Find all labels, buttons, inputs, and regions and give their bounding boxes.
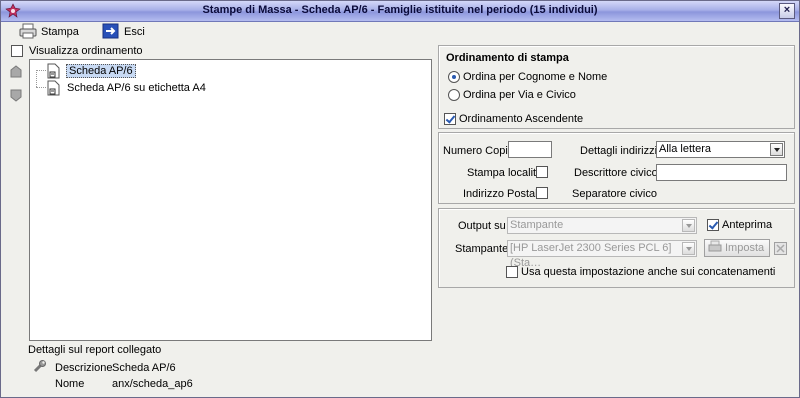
tree-line xyxy=(36,87,46,88)
printer-setup-label: Imposta xyxy=(725,242,765,254)
order-by-name-radio[interactable] xyxy=(448,71,460,83)
description-value: Scheda AP/6 xyxy=(112,362,176,374)
title-bar: Stampe di Massa - Scheda AP/6 - Famiglie… xyxy=(1,1,799,22)
output-select[interactable]: Stampante xyxy=(507,217,697,234)
show-order-option[interactable]: Visualizza ordinamento xyxy=(11,45,143,57)
report-list[interactable]: Scheda AP/6 Scheda AP/6 su etichetta A4 xyxy=(29,59,432,341)
clear-printer-icon[interactable] xyxy=(774,242,787,255)
locality-checkbox[interactable] xyxy=(536,166,548,178)
chevron-down-icon[interactable] xyxy=(682,242,695,255)
report-document-icon xyxy=(46,63,62,79)
wrench-icon xyxy=(33,359,47,376)
report-item-scheda-ap6-label-a4[interactable]: Scheda AP/6 su etichetta A4 xyxy=(67,82,206,94)
order-by-name-option[interactable]: Ordina per Cognome e Nome xyxy=(448,71,607,83)
print-details-panel: Numero Copie Dettagli indirizzi Alla let… xyxy=(438,132,795,204)
printer-label: Stampante xyxy=(455,243,509,255)
address-details-label: Dettagli indirizzi xyxy=(580,145,658,157)
order-by-street-radio[interactable] xyxy=(448,89,460,101)
printer-setup-button[interactable]: Imposta xyxy=(704,239,770,257)
exit-label: Esci xyxy=(124,26,145,38)
address-details-value: Alla lettera xyxy=(659,143,711,155)
printer-value: [HP LaserJet 2300 Series PCL 6] (Sta… xyxy=(510,242,672,269)
tree-line xyxy=(36,70,46,71)
exit-arrow-icon xyxy=(102,23,120,42)
order-panel-title: Ordinamento di stampa xyxy=(446,52,569,64)
close-button[interactable]: × xyxy=(779,3,795,19)
copies-label: Numero Copie xyxy=(443,145,514,157)
report-document-icon xyxy=(46,80,62,96)
output-value: Stampante xyxy=(510,219,564,231)
apply-chain-label: Usa questa impostazione anche sui concat… xyxy=(521,266,776,278)
apply-chain-option[interactable]: Usa questa impostazione anche sui concat… xyxy=(506,266,775,278)
name-value: anx/scheda_ap6 xyxy=(112,378,193,390)
move-up-icon[interactable] xyxy=(8,64,24,83)
preview-checkbox[interactable] xyxy=(707,219,719,231)
name-label: Nome xyxy=(55,378,85,390)
printer-setup-icon xyxy=(708,240,722,257)
show-order-label: Visualizza ordinamento xyxy=(29,45,143,57)
postal-address-checkbox[interactable] xyxy=(536,187,548,199)
postal-address-label: Indirizzo Postale xyxy=(463,188,544,200)
civic-descriptor-input[interactable] xyxy=(656,164,787,181)
address-details-select[interactable]: Alla lettera xyxy=(656,141,785,158)
window-title: Stampe di Massa - Scheda AP/6 - Famiglie… xyxy=(202,4,598,16)
civic-separator-label: Separatore civico xyxy=(572,188,657,200)
print-label: Stampa xyxy=(41,26,79,38)
report-item-scheda-ap6[interactable]: Scheda AP/6 xyxy=(66,64,136,78)
print-button[interactable]: Stampa xyxy=(19,23,79,41)
description-label: Descrizione xyxy=(55,362,113,374)
ascending-label: Ordinamento Ascendente xyxy=(459,113,584,125)
exit-button[interactable]: Esci xyxy=(102,23,145,41)
chevron-down-icon[interactable] xyxy=(682,219,695,232)
order-by-street-label: Ordina per Via e Civico xyxy=(463,89,576,101)
printer-icon xyxy=(19,23,37,42)
preview-label: Anteprima xyxy=(722,219,773,231)
preview-option[interactable]: Anteprima xyxy=(707,219,772,231)
output-label: Output su xyxy=(458,220,506,232)
copies-input[interactable] xyxy=(508,141,552,158)
printer-select[interactable]: [HP LaserJet 2300 Series PCL 6] (Sta… xyxy=(507,240,697,269)
order-by-street-option[interactable]: Ordina per Via e Civico xyxy=(448,89,576,101)
chevron-down-icon[interactable] xyxy=(770,143,783,156)
order-by-name-label: Ordina per Cognome e Nome xyxy=(463,71,608,83)
show-order-checkbox[interactable] xyxy=(11,45,23,57)
toolbar: Stampa Esci xyxy=(1,22,799,42)
tree-line xyxy=(36,70,37,87)
ascending-option[interactable]: Ordinamento Ascendente xyxy=(444,113,583,125)
output-panel: Output su Stampante Anteprima Stampante … xyxy=(438,208,795,288)
details-title: Dettagli sul report collegato xyxy=(28,344,162,356)
locality-label: Stampa localita' xyxy=(467,167,545,179)
apply-chain-checkbox[interactable] xyxy=(506,266,518,278)
civic-descriptor-label: Descrittore civico xyxy=(574,167,658,179)
move-down-icon[interactable] xyxy=(8,87,24,106)
order-panel: Ordinamento di stampa Ordina per Cognome… xyxy=(438,45,795,129)
print-dialog-window: Stampe di Massa - Scheda AP/6 - Famiglie… xyxy=(0,0,800,398)
ascending-checkbox[interactable] xyxy=(444,113,456,125)
